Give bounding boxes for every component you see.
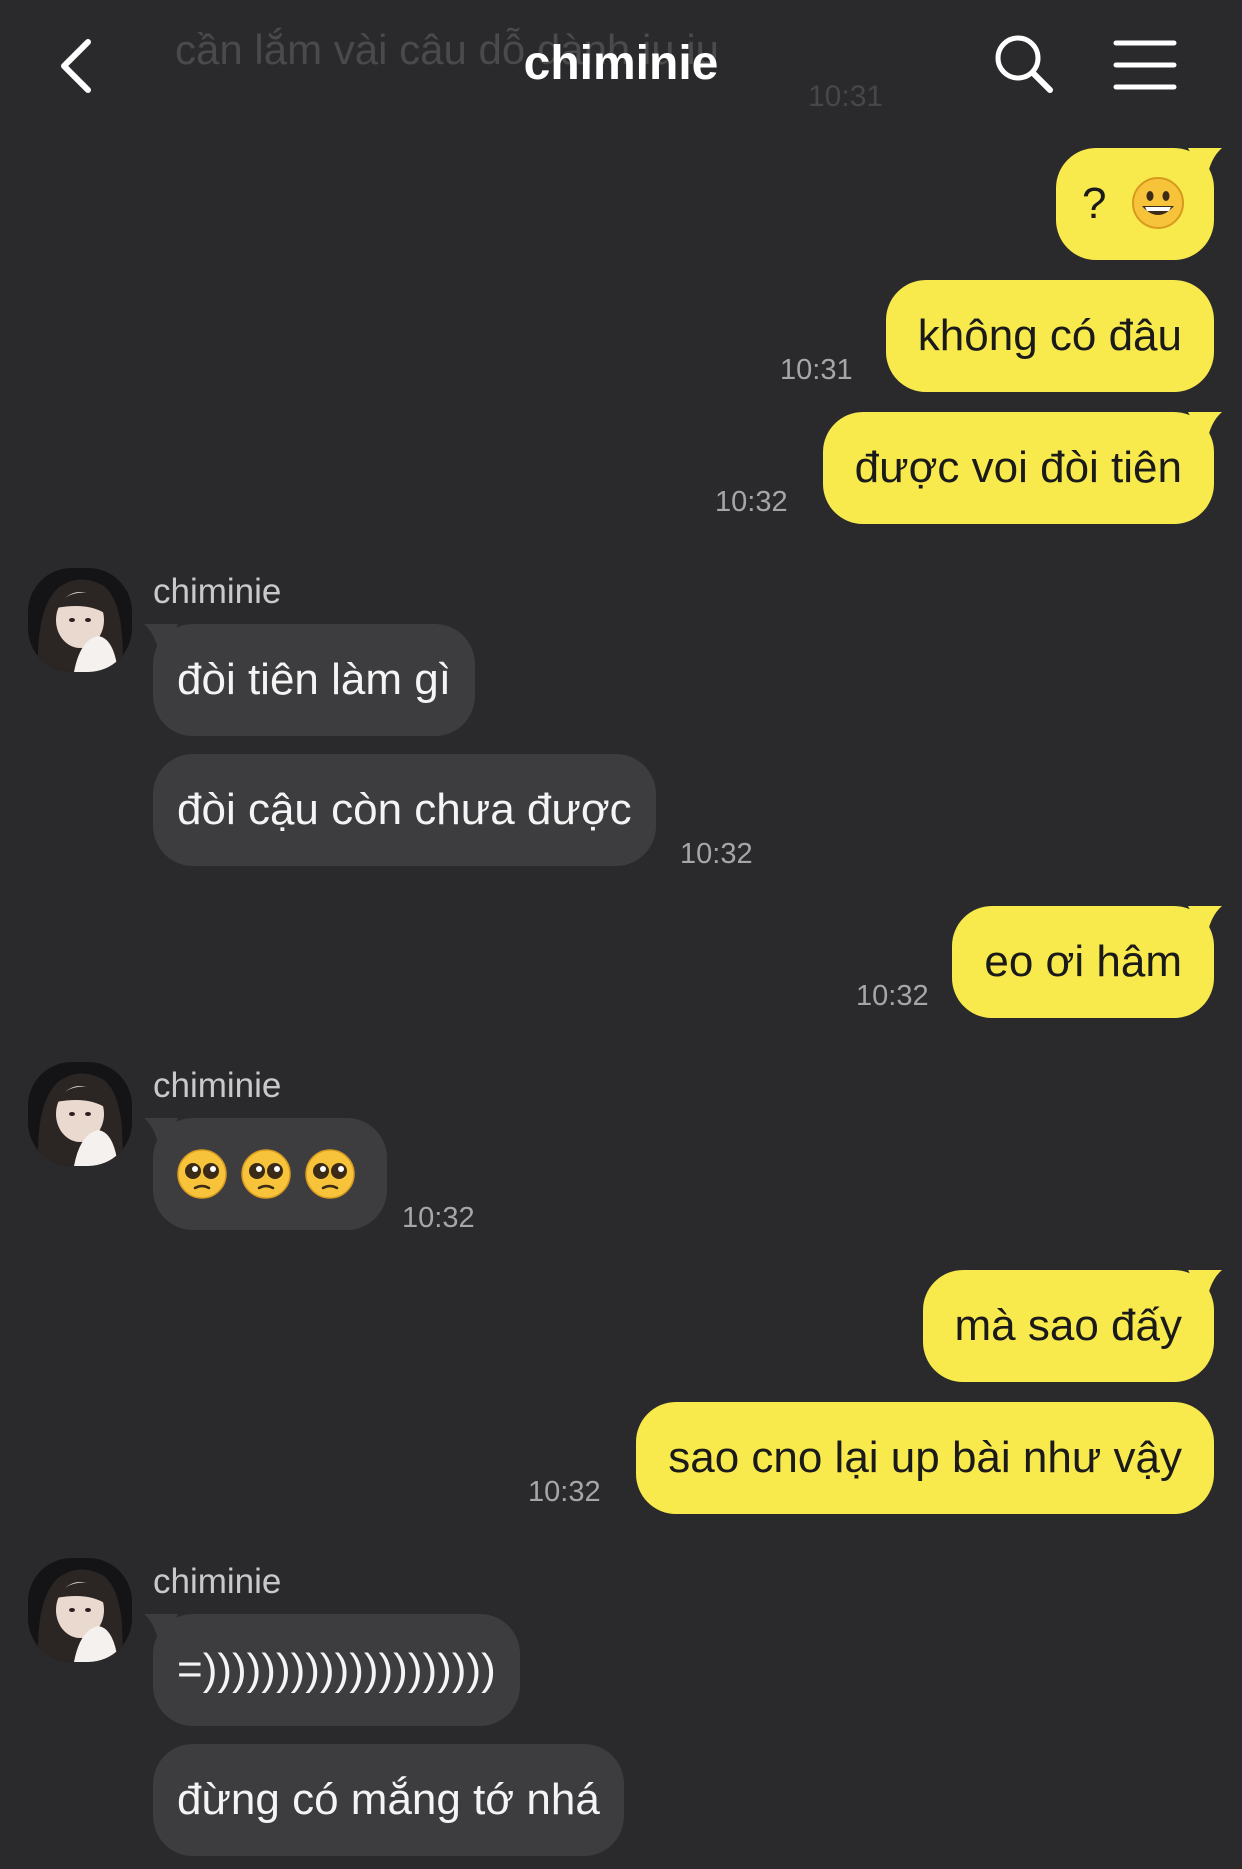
profile-photo — [28, 568, 132, 672]
message-text: đừng có mắng tớ nhá — [177, 1775, 600, 1824]
message-bubble-sent[interactable]: eo ơi hâm — [952, 906, 1214, 1018]
message-time: 10:32 — [680, 838, 753, 870]
menu-button[interactable] — [1112, 38, 1178, 92]
message-bubble-sent[interactable]: mà sao đấy — [922, 1270, 1214, 1382]
message-bubble-received[interactable]: =)))))))))))))))))))) — [153, 1614, 520, 1726]
search-icon — [995, 35, 1053, 93]
message-text: sao cno lại up bài như vậy — [668, 1433, 1182, 1482]
message-text: ? — [1082, 179, 1107, 228]
message-time: 10:32 — [856, 980, 929, 1012]
avatar[interactable] — [28, 568, 132, 672]
search-button[interactable] — [990, 30, 1060, 100]
chat-header: cần lắm vài câu dỗ dành iu iu 10:31 chim… — [0, 0, 1242, 130]
message-text: được voi đòi tiên — [854, 443, 1182, 492]
message-text: mà sao đấy — [954, 1301, 1182, 1350]
message-text: đòi cậu còn chưa được — [177, 785, 632, 834]
message-bubble-received[interactable]: đòi tiên làm gì — [153, 624, 475, 736]
avatar[interactable] — [28, 1062, 132, 1166]
message-time: 10:31 — [780, 354, 853, 386]
message-bubble-sent[interactable]: sao cno lại up bài như vậy — [636, 1402, 1214, 1514]
message-bubble-sent[interactable]: được voi đòi tiên — [822, 412, 1214, 524]
profile-photo — [28, 1062, 132, 1166]
pleading-face-emoji-icon — [177, 1149, 355, 1199]
message-bubble-received[interactable] — [153, 1118, 387, 1230]
sender-name: chiminie — [153, 1066, 282, 1105]
message-text: eo ơi hâm — [984, 937, 1182, 986]
message-bubble-received[interactable]: đừng có mắng tớ nhá — [153, 1744, 624, 1856]
sender-name: chiminie — [153, 1562, 282, 1601]
hamburger-menu-icon — [1113, 40, 1177, 90]
chat-screen: cần lắm vài câu dỗ dành iu iu 10:31 chim… — [0, 0, 1242, 1869]
message-bubble-received[interactable]: đòi cậu còn chưa được — [153, 754, 656, 866]
message-bubble-sent[interactable]: ? — [1056, 148, 1214, 260]
message-time: 10:32 — [528, 1476, 601, 1508]
message-text: đòi tiên làm gì — [177, 655, 451, 704]
message-bubble-sent[interactable]: không có đâu — [885, 280, 1214, 392]
profile-photo — [28, 1558, 132, 1662]
message-text: không có đâu — [917, 311, 1182, 360]
sender-name: chiminie — [153, 572, 282, 611]
message-time: 10:32 — [402, 1202, 475, 1234]
message-text: =)))))))))))))))))))) — [177, 1645, 496, 1694]
grinning-face-emoji-icon — [1131, 177, 1184, 230]
message-time: 10:32 — [715, 486, 788, 518]
avatar[interactable] — [28, 1558, 132, 1662]
